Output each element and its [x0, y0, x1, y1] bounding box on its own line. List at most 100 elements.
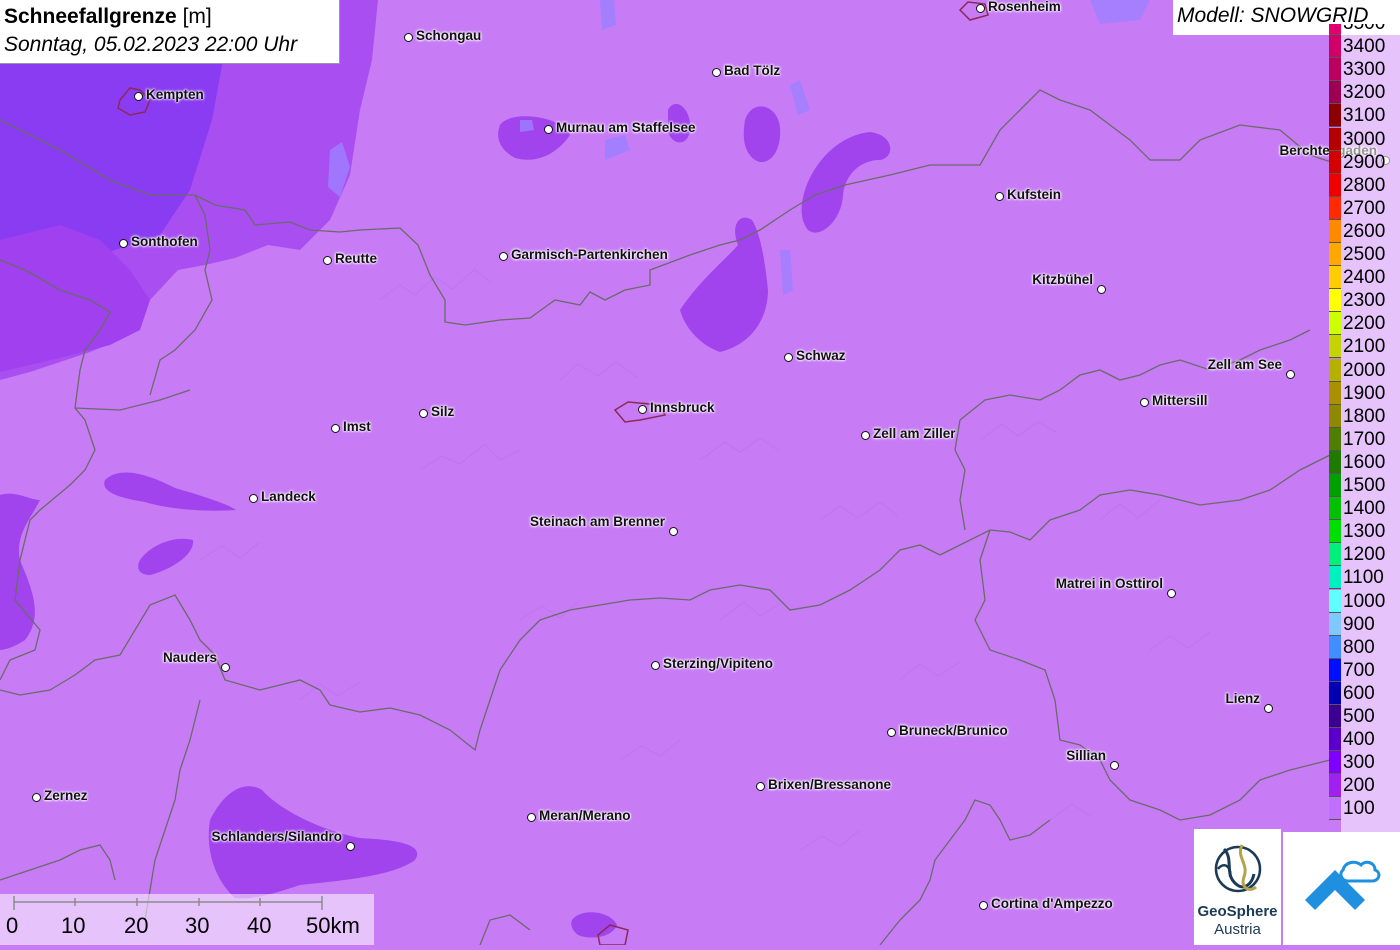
city-label[interactable]: Innsbruck: [650, 400, 715, 415]
city-marker-dot[interactable]: [419, 409, 428, 418]
city-marker-dot[interactable]: [1264, 704, 1273, 713]
city-marker-dot[interactable]: [134, 92, 143, 101]
map-datetime: Sonntag, 05.02.2023 22:00 Uhr: [4, 33, 298, 56]
city-marker-dot[interactable]: [249, 494, 258, 503]
city-label[interactable]: Bruneck/Brunico: [899, 723, 1008, 738]
city-marker-dot[interactable]: [331, 424, 340, 433]
city-label[interactable]: Schongau: [416, 28, 481, 43]
city-label[interactable]: Lienz: [1225, 691, 1260, 706]
city-label[interactable]: Zell am Ziller: [873, 426, 956, 441]
title-unit: [m]: [182, 5, 212, 28]
city-label[interactable]: Zell am See: [1208, 357, 1282, 372]
city-marker-dot[interactable]: [712, 68, 721, 77]
city-marker-dot[interactable]: [976, 4, 985, 13]
legend-entry: 300: [1329, 751, 1400, 775]
color-legend: 3500340033003200310030002900280027002600…: [1329, 24, 1400, 832]
legend-label: 3500: [1343, 24, 1385, 35]
city-marker-dot[interactable]: [887, 728, 896, 737]
city-marker-dot[interactable]: [499, 252, 508, 261]
city-marker-dot[interactable]: [346, 842, 355, 851]
city-label[interactable]: Kufstein: [1007, 187, 1061, 202]
city-label[interactable]: Sonthofen: [131, 234, 198, 249]
city-marker-dot[interactable]: [979, 901, 988, 910]
city-label[interactable]: Garmisch-Partenkirchen: [511, 247, 668, 262]
city-marker-dot[interactable]: [221, 663, 230, 672]
city-label[interactable]: Sterzing/Vipiteno: [663, 656, 773, 671]
legend-label: 500: [1343, 706, 1375, 727]
city-marker-dot[interactable]: [784, 353, 793, 362]
city-label[interactable]: Schwaz: [796, 348, 846, 363]
title-parameter: Schneefallgrenze: [4, 5, 177, 28]
legend-label: 2500: [1343, 244, 1386, 265]
legend-swatch: [1329, 266, 1341, 290]
legend-entry: 3500: [1329, 24, 1400, 35]
city-marker-dot[interactable]: [1140, 398, 1149, 407]
legend-entry: 1600: [1329, 450, 1400, 474]
city-label[interactable]: Brixen/Bressanone: [768, 777, 891, 792]
city-marker-dot[interactable]: [669, 527, 678, 536]
legend-swatch: [1329, 728, 1341, 752]
city-label[interactable]: Mittersill: [1152, 393, 1208, 408]
city-marker-dot[interactable]: [323, 256, 332, 265]
legend-swatch: [1329, 104, 1341, 128]
city-marker-dot[interactable]: [404, 33, 413, 42]
legend-label: 2200: [1343, 313, 1386, 335]
city-label[interactable]: Imst: [343, 419, 371, 434]
legend-label: 2600: [1343, 220, 1386, 242]
legend-swatch: [1329, 58, 1341, 82]
legend-label: 1400: [1343, 498, 1386, 520]
city-label[interactable]: Reutte: [335, 251, 377, 266]
legend-label: 1200: [1343, 544, 1386, 566]
city-label[interactable]: Bad Tölz: [724, 63, 780, 78]
city-marker-dot[interactable]: [544, 125, 553, 134]
city-label[interactable]: Zernez: [44, 788, 88, 803]
city-label[interactable]: Landeck: [261, 489, 316, 504]
city-label[interactable]: Kitzbühel: [1032, 272, 1093, 287]
legend-swatch: [1329, 24, 1341, 35]
city-label[interactable]: Meran/Merano: [539, 808, 631, 823]
map-canvas[interactable]: [0, 0, 1400, 945]
legend-label: 2700: [1343, 197, 1386, 219]
city-label[interactable]: Kempten: [146, 87, 204, 102]
city-marker-dot[interactable]: [1110, 761, 1119, 770]
legend-label: 900: [1343, 613, 1375, 635]
city-label[interactable]: Cortina d'Ampezzo: [991, 896, 1113, 911]
city-label[interactable]: Schlanders/Silandro: [211, 829, 342, 844]
city-label[interactable]: Rosenheim: [988, 0, 1061, 14]
legend-swatch: [1329, 658, 1341, 682]
city-marker-dot[interactable]: [527, 813, 536, 822]
city-marker-dot[interactable]: [756, 782, 765, 791]
legend-entry: 600: [1329, 681, 1400, 705]
city-marker-dot[interactable]: [1097, 285, 1106, 294]
city-marker-dot[interactable]: [32, 793, 41, 802]
legend-swatch: [1329, 474, 1341, 497]
city-label[interactable]: Matrei in Osttirol: [1056, 576, 1163, 591]
city-marker-dot[interactable]: [651, 661, 660, 670]
legend-entry: 100: [1329, 797, 1400, 821]
city-marker-dot[interactable]: [1167, 589, 1176, 598]
scale-tick-40: 40: [247, 913, 272, 938]
city-marker-dot[interactable]: [638, 405, 647, 414]
city-label[interactable]: Sillian: [1066, 748, 1106, 763]
city-marker-dot[interactable]: [995, 192, 1004, 201]
legend-label: 1800: [1343, 405, 1386, 427]
legend-swatch: [1329, 589, 1341, 613]
city-label[interactable]: Steinach am Brenner: [530, 514, 665, 529]
city-marker-dot[interactable]: [119, 239, 128, 248]
legend-swatch: [1329, 150, 1341, 174]
legend-swatch: [1329, 681, 1341, 705]
scale-tick-20: 20: [124, 913, 149, 938]
city-label[interactable]: Murnau am Staffelsee: [556, 120, 696, 135]
city-label[interactable]: Nauders: [163, 650, 217, 665]
city-label[interactable]: Silz: [431, 404, 454, 419]
scale-tick-50km: 50km: [306, 913, 360, 938]
legend-label: 2400: [1343, 267, 1386, 289]
map-title-box: Schneefallgrenze [m] Sonntag, 05.02.2023…: [0, 0, 340, 64]
city-marker-dot[interactable]: [861, 431, 870, 440]
weather-app-logo[interactable]: [1283, 832, 1400, 945]
city-marker-dot[interactable]: [1286, 370, 1295, 379]
geosphere-logo[interactable]: GeoSphere Austria: [1194, 829, 1281, 945]
legend-swatch: [1329, 81, 1341, 105]
legend-label: 3200: [1343, 82, 1386, 104]
legend-swatch: [1329, 173, 1341, 197]
